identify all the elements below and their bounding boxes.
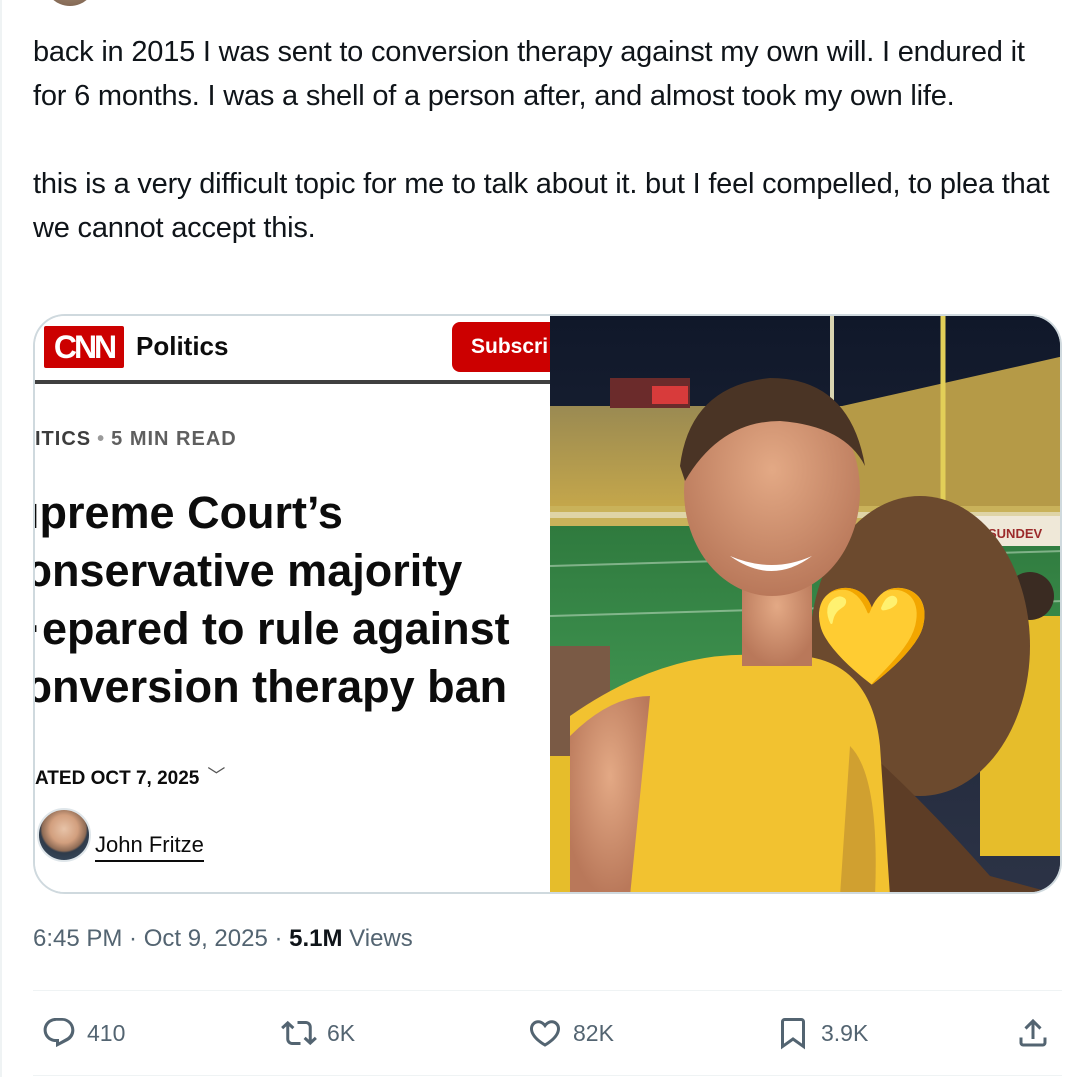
article-headline: ıpreme Court’s ɔnservative majority ·epa…: [35, 484, 550, 716]
divider: [33, 990, 1062, 991]
tweet-paragraph-2: this is a very difficult topic for me to…: [33, 168, 1050, 244]
subscribe-button: Subscri: [452, 322, 550, 372]
share-button[interactable]: [1015, 1008, 1051, 1058]
photo-illustration: SUNDEV: [550, 316, 1060, 892]
updated-text: ATED OCT 7, 2025: [35, 768, 200, 789]
cnn-logo: CNN: [44, 326, 124, 368]
cnn-header: CNN Politics Subscri: [35, 316, 550, 384]
avatar[interactable]: [44, 0, 96, 6]
author-name: John Fritze: [95, 832, 204, 862]
headline-line: ıpreme Court’s: [35, 487, 343, 538]
tweet-text: back in 2015 I was sent to conversion th…: [33, 30, 1063, 250]
cnn-section-label: Politics: [136, 331, 229, 361]
media-grid: CNN Politics Subscri ITICS • 5 MIN READ ıp…: [33, 314, 1062, 894]
read-time: 5 MIN READ: [111, 428, 237, 450]
separator-dot: •: [97, 428, 106, 450]
heart-emoji-icon: 💛: [812, 583, 932, 690]
repost-count: 6K: [327, 1019, 356, 1046]
repost-button[interactable]: 6K: [281, 1008, 355, 1058]
updated-date: ATED OCT 7, 2025 ﹀: [35, 764, 225, 790]
like-count: 82K: [573, 1019, 614, 1046]
headline-line: ɔnversion therapy ban: [35, 661, 508, 712]
share-icon: [1019, 1018, 1047, 1047]
bottom-divider: [33, 1075, 1062, 1076]
headline-line: ·epared to rule against: [35, 603, 510, 654]
tweet-timestamp: 6:45 PM · Oct 9, 2025 · 5.1M Views: [33, 925, 413, 952]
left-border: [0, 0, 2, 1077]
heart-icon: [529, 1020, 561, 1047]
views-count: 5.1M: [289, 925, 343, 952]
article-meta: ITICS • 5 MIN READ: [35, 428, 237, 451]
repost-icon: [281, 1020, 317, 1046]
reply-button[interactable]: 410: [41, 1008, 125, 1058]
reply-count: 410: [87, 1019, 126, 1046]
headline-line: ɔnservative majority: [35, 545, 463, 596]
tweet-date[interactable]: Oct 9, 2025: [144, 925, 268, 952]
bookmark-button[interactable]: 3.9K: [775, 1008, 868, 1058]
author-avatar: [37, 808, 91, 862]
like-button[interactable]: 82K: [527, 1008, 614, 1058]
chevron-down-icon: ﹀: [207, 766, 226, 786]
reply-icon: [43, 1018, 75, 1048]
bookmark-icon: [781, 1018, 805, 1050]
bookmark-count: 3.9K: [821, 1019, 869, 1046]
article-category: ITICS: [35, 428, 92, 450]
views-label: Views: [349, 925, 413, 952]
tweet-time[interactable]: 6:45 PM: [33, 925, 122, 952]
stadium-photo[interactable]: SUNDEV 💛: [550, 316, 1060, 892]
tweet-paragraph-1: back in 2015 I was sent to conversion th…: [33, 36, 1025, 112]
action-bar: 410 6K 82K 3.9K: [33, 1008, 1062, 1058]
cnn-screenshot[interactable]: CNN Politics Subscri ITICS • 5 MIN READ ıp…: [35, 316, 550, 892]
